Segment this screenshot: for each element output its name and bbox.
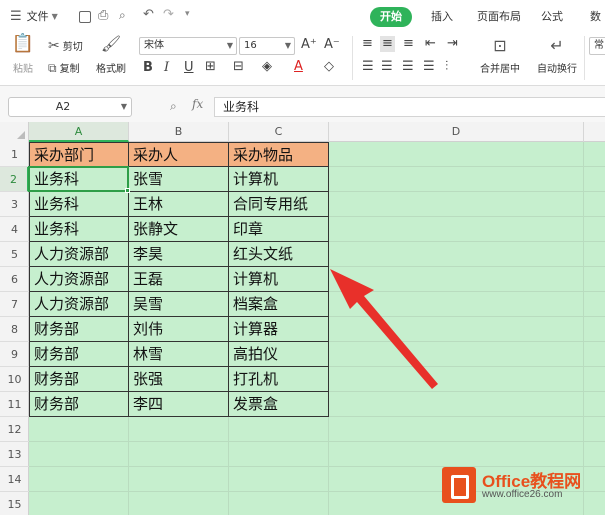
ribbon-separator (584, 36, 585, 80)
wrap-icon: ↵ (550, 36, 564, 55)
customize-icon[interactable]: ▾ (185, 9, 190, 19)
chevron-down-icon: ▼ (226, 41, 233, 50)
ribbon-separator (352, 36, 353, 80)
border-icon[interactable]: ⊞ (205, 59, 216, 75)
redo-icon[interactable]: ↷ (163, 7, 174, 22)
file-menu-label: 文件 (26, 10, 49, 23)
font-size-select[interactable]: 16 ▼ (239, 37, 295, 55)
format-painter-button[interactable]: 🖌 格式刷 (94, 34, 128, 75)
font-name-value: 宋体 (144, 40, 164, 51)
cut-label: 剪切 (62, 42, 83, 53)
zoom-icon[interactable]: ⌕ (170, 99, 177, 114)
file-menu[interactable]: ☰ 文件 ▼ (10, 5, 58, 27)
red-arrow (330, 269, 438, 389)
ribbon-toolbar: 📋 粘贴 ✂ 剪切 ⧉ 复制 🖌 格式刷 宋体 ▼ 16 ▼ A⁺ A⁻ B I… (0, 32, 605, 86)
tab-home[interactable]: 开始 (370, 7, 412, 27)
wrap-label: 自动换行 (537, 64, 577, 75)
copy-icon: ⧉ (48, 60, 57, 75)
clipboard-icon: 📋 (11, 33, 35, 54)
align-left-icon[interactable]: ☰ (362, 59, 374, 75)
tab-formulas-label: 公式 (541, 10, 563, 23)
increase-indent-icon[interactable]: ⇥ (447, 36, 458, 52)
fill-color-icon[interactable]: ◈ (262, 59, 272, 75)
spreadsheet: ABCD 1 2 3 4 5 6 7 8 9 10 11 12 13 14 15 采办部门 采办人 采办物品 业务… (0, 122, 605, 515)
merge-icon: ⊡ (493, 36, 507, 55)
print-preview-icon[interactable]: ⌕ (119, 8, 126, 23)
watermark: Office教程网 www.office26.com (442, 467, 602, 507)
formula-input[interactable]: 业务科 (214, 97, 605, 117)
align-middle-icon[interactable]: ≡ (380, 36, 395, 52)
chevron-down-icon: ▼ (284, 41, 291, 50)
clear-format-icon[interactable]: ◇ (324, 59, 334, 75)
merge-label: 合并居中 (480, 64, 520, 75)
font-size-value: 16 (244, 40, 257, 51)
decrease-indent-icon[interactable]: ⇤ (425, 36, 436, 52)
tab-home-label: 开始 (380, 10, 402, 23)
merge-center-button[interactable]: ⊡ 合并居中 (476, 36, 524, 75)
hamburger-icon: ☰ (10, 8, 22, 24)
bold-button[interactable]: B (143, 60, 153, 76)
formula-bar: A2 ▼ ⌕ fx 业务科 (0, 86, 605, 122)
fx-label[interactable]: fx (192, 97, 203, 111)
wrap-text-button[interactable]: ↵ 自动换行 (534, 36, 580, 75)
cut-button[interactable]: ✂ 剪切 (48, 37, 83, 54)
copy-button[interactable]: ⧉ 复制 (48, 60, 80, 76)
align-bottom-icon[interactable]: ≡ (403, 36, 414, 52)
italic-button[interactable]: I (164, 60, 169, 76)
tab-data[interactable]: 数 (590, 7, 601, 27)
tab-page-layout-label: 页面布局 (477, 10, 521, 23)
number-format-value: 常 (594, 40, 604, 51)
save-icon[interactable] (79, 11, 91, 23)
watermark-url: www.office26.com (482, 489, 563, 500)
font-name-select[interactable]: 宋体 ▼ (139, 37, 237, 55)
scissors-icon: ✂ (48, 37, 60, 54)
undo-icon[interactable]: ↶ (143, 7, 154, 22)
print-icon[interactable]: ⎙ (98, 8, 108, 23)
increase-font-icon[interactable]: A⁺ (301, 37, 317, 53)
tab-insert[interactable]: 插入 (431, 7, 453, 27)
align-center-icon[interactable]: ☰ (381, 59, 393, 75)
align-right-icon[interactable]: ☰ (402, 59, 414, 75)
brush-icon: 🖌 (100, 34, 122, 53)
underline-button[interactable]: U (184, 60, 194, 76)
tab-page-layout[interactable]: 页面布局 (477, 7, 521, 27)
align-top-icon[interactable]: ≡ (362, 36, 373, 52)
format-painter-label: 格式刷 (96, 64, 126, 75)
paste-button[interactable]: 📋 粘贴 (10, 33, 36, 76)
tab-formulas[interactable]: 公式 (541, 7, 563, 27)
number-format-select[interactable]: 常 (589, 37, 605, 55)
name-box[interactable]: A2 ▼ (8, 97, 132, 117)
decrease-font-icon[interactable]: A⁻ (324, 37, 340, 53)
paste-label: 粘贴 (13, 64, 33, 75)
office-logo-icon (442, 467, 476, 503)
tab-data-label: 数 (590, 10, 601, 23)
font-color-icon[interactable]: A (294, 59, 303, 75)
tab-insert-label: 插入 (431, 10, 453, 23)
arrow-shape (330, 269, 438, 389)
cell-style-icon[interactable]: ⊟ (233, 59, 244, 75)
distribute-icon[interactable]: ⫶ (445, 59, 448, 75)
name-box-value: A2 (55, 100, 71, 113)
menu-bar: ☰ 文件 ▼ ⎙ ⌕ ↶ ↷ ▾ 开始 插入 页面布局 公式 数 (0, 0, 605, 32)
justify-icon[interactable]: ☰ (423, 59, 435, 75)
chevron-down-icon: ▼ (120, 102, 127, 111)
chevron-down-icon: ▼ (51, 11, 58, 21)
copy-label: 复制 (59, 64, 80, 75)
